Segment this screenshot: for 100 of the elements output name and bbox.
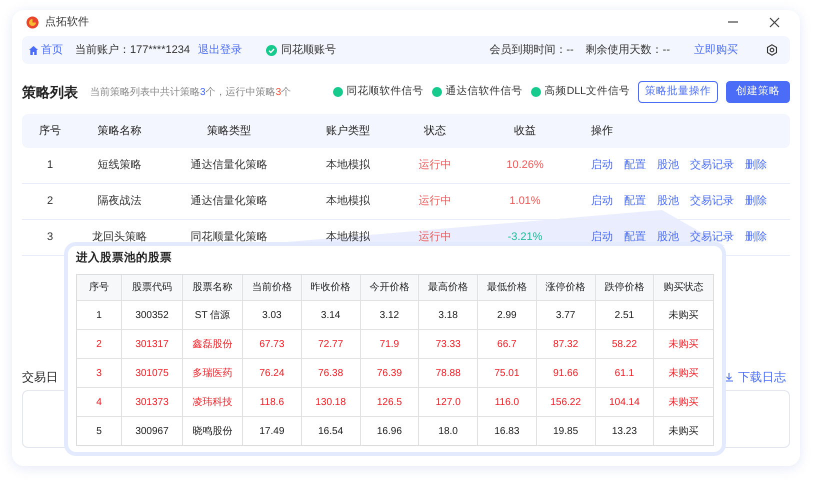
- table-cell-text: 未购买: [668, 366, 700, 380]
- action-link[interactable]: 股池: [657, 193, 679, 210]
- profit-cell-text: 1.01%: [508, 194, 542, 210]
- table-cell-text: 2: [46, 194, 54, 210]
- table-cell: 71.9: [360, 330, 420, 358]
- logout-link[interactable]: 退出登录: [198, 42, 242, 58]
- profit-cell-text: -3.21%: [506, 230, 544, 246]
- table-cell: 116.0: [478, 388, 537, 416]
- table-cell: 58.22: [596, 330, 654, 358]
- window-title: 点拓软件: [45, 14, 89, 30]
- table-cell-text: 运行中: [418, 194, 452, 210]
- table-cell: 78.88: [419, 359, 478, 387]
- table-cell: 301317: [122, 330, 183, 358]
- action-link[interactable]: 删除: [745, 193, 767, 210]
- home-link[interactable]: 首页: [28, 42, 63, 58]
- table-cell: 13.23: [596, 417, 654, 445]
- column-header: 账户类型: [325, 124, 371, 139]
- table-cell: 76.38: [302, 359, 360, 387]
- table-cell: 3: [77, 359, 122, 387]
- create-strategy-button[interactable]: 创建策略: [726, 81, 790, 103]
- batch-operation-button[interactable]: 策略批量操作: [638, 81, 718, 103]
- table-cell-text: 本地模拟: [325, 158, 371, 174]
- column-header: 股票代码: [122, 275, 183, 300]
- signal-label: 高频DLL文件信号: [544, 84, 630, 100]
- column-header: 操作: [590, 124, 614, 139]
- action-link[interactable]: 股池: [657, 229, 679, 246]
- linked-account: 同花顺账号: [280, 42, 336, 58]
- column-header: 昨收价格: [302, 275, 360, 300]
- table-cell: 66.7: [478, 330, 537, 358]
- signal-label: 通达信软件信号: [446, 84, 523, 100]
- section-title: 策略列表: [22, 82, 78, 102]
- table-cell: 2: [77, 330, 122, 358]
- column-header: 当前价格: [243, 275, 302, 300]
- action-link[interactable]: 删除: [745, 229, 767, 246]
- table-cell-text: 本地模拟: [325, 194, 371, 210]
- download-log-link[interactable]: 下载日志: [724, 368, 786, 386]
- table-cell: 301373: [122, 388, 183, 416]
- table-cell: 72.77: [302, 330, 360, 358]
- table-cell-text: 运行中: [418, 158, 452, 174]
- table-cell: 104.14: [596, 388, 654, 416]
- action-link[interactable]: 交易记录: [690, 157, 734, 174]
- table-cell: 16.96: [360, 417, 420, 445]
- table-cell: 4: [77, 388, 122, 416]
- column-header: 策略类型: [206, 124, 252, 139]
- column-header: 跌停价格: [596, 275, 654, 300]
- download-icon: [724, 372, 734, 382]
- action-link[interactable]: 配置: [624, 157, 646, 174]
- table-cell: 73.33: [419, 330, 478, 358]
- action-link[interactable]: 交易记录: [690, 193, 734, 210]
- profit-cell-text: 10.26%: [505, 158, 545, 174]
- table-cell: 87.32: [536, 330, 596, 358]
- action-link[interactable]: 交易记录: [690, 229, 734, 246]
- close-icon[interactable]: [769, 16, 780, 28]
- table-cell: 301075: [122, 359, 183, 387]
- table-cell: 3.77: [536, 301, 596, 329]
- table-cell: 鑫磊股份: [183, 330, 243, 358]
- action-link[interactable]: 配置: [624, 229, 646, 246]
- table-cell-text: 运行中: [418, 230, 452, 246]
- table-cell-text: 本地模拟: [325, 230, 371, 246]
- remaining-days-text: 剩余使用天数：--: [586, 42, 670, 58]
- table-cell: 156.22: [536, 388, 596, 416]
- log-title: 交易日: [22, 369, 58, 386]
- expiry-text: 会员到期时间：--: [489, 42, 574, 58]
- table-cell: 118.6: [243, 388, 302, 416]
- table-cell: ST 信源: [183, 301, 243, 329]
- table-cell: 3.18: [419, 301, 478, 329]
- table-cell-text: 同花顺量化策略: [190, 230, 268, 246]
- table-cell: 127.0: [419, 388, 478, 416]
- table-cell: 3.14: [302, 301, 360, 329]
- logo-icon: [26, 16, 39, 28]
- account-label: 当前账户：177****1234: [75, 42, 190, 58]
- table-cell: 多瑞医药: [183, 359, 243, 387]
- table-cell: 130.18: [302, 388, 360, 416]
- table-cell-text: 龙回头策略: [91, 230, 148, 246]
- settings-icon[interactable]: [766, 44, 778, 56]
- action-link[interactable]: 启动: [591, 229, 613, 246]
- table-cell-text: 通达信量化策略: [190, 194, 268, 210]
- table-cell: 3.03: [243, 301, 302, 329]
- table-cell: 126.5: [360, 388, 420, 416]
- action-link[interactable]: 股池: [657, 157, 679, 174]
- table-cell: 76.39: [360, 359, 420, 387]
- table-cell-text: 隔夜战法: [96, 194, 142, 210]
- table-cell-text: 未购买: [668, 338, 700, 352]
- table-cell-text: 未购买: [668, 424, 700, 438]
- signal-label: 同花顺软件信号: [346, 84, 424, 100]
- home-icon: [28, 44, 39, 56]
- action-link[interactable]: 启动: [591, 193, 613, 210]
- table-cell: 19.85: [536, 417, 596, 445]
- action-link[interactable]: 配置: [624, 193, 646, 210]
- column-header: 策略名称: [96, 124, 142, 139]
- table-cell-text: 3: [46, 230, 54, 246]
- column-header: 最高价格: [419, 275, 478, 300]
- action-link[interactable]: 删除: [745, 157, 767, 174]
- popover-title: 进入股票池的股票: [76, 250, 173, 266]
- buy-now-link[interactable]: 立即购买: [694, 42, 738, 58]
- table-cell-text: 1: [46, 158, 54, 174]
- summary-text: 当前策略列表中共计策略3个，运行中策略3个: [90, 86, 292, 100]
- column-header: 最低价格: [478, 275, 537, 300]
- action-link[interactable]: 启动: [591, 157, 613, 174]
- table-cell: 61.1: [596, 359, 654, 387]
